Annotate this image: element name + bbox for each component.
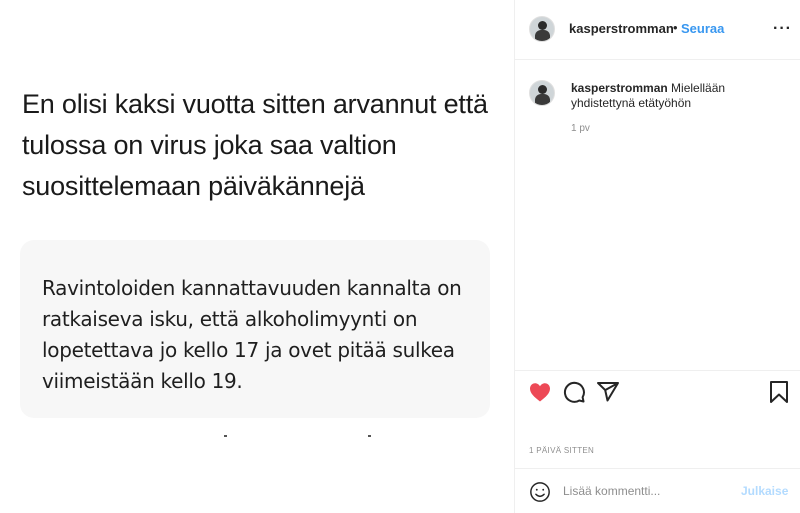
heart-icon[interactable]: [528, 380, 552, 409]
more-options-icon[interactable]: ···: [773, 20, 792, 38]
post-date[interactable]: 1 PÄIVÄ SITTEN: [529, 446, 594, 455]
post-side-panel: kasperstromman • Seuraa ··· kasperstromm…: [514, 0, 800, 513]
caption-text: kasperstromman Mielellään yhdistettynä e…: [571, 81, 781, 111]
avatar[interactable]: [529, 80, 555, 106]
post-headline: En olisi kaksi vuotta sitten arvannut et…: [22, 89, 488, 201]
action-bar: [515, 370, 800, 412]
caption-timestamp[interactable]: 1 pv: [571, 123, 590, 134]
caption-username[interactable]: kasperstromman: [571, 81, 668, 95]
quote-text: Ravintoloiden kannattavuuden kannalta on…: [42, 276, 462, 393]
avatar[interactable]: [529, 16, 555, 42]
follow-button[interactable]: Seuraa: [681, 21, 724, 36]
header-separator: •: [673, 20, 678, 35]
post-image: En olisi kaksi vuotta sitten arvannut et…: [0, 0, 514, 513]
comment-bar: Julkaise: [515, 468, 800, 513]
decorative-dot: [224, 435, 227, 437]
emoji-icon[interactable]: [529, 481, 551, 508]
post-header: kasperstromman • Seuraa ···: [515, 0, 800, 60]
post-comment-button[interactable]: Julkaise: [741, 484, 788, 498]
quote-card: Ravintoloiden kannattavuuden kannalta on…: [20, 240, 490, 418]
bookmark-icon[interactable]: [767, 380, 791, 409]
share-icon[interactable]: [596, 380, 620, 409]
decorative-dot: [368, 435, 371, 437]
comment-input[interactable]: [563, 479, 743, 503]
comment-icon[interactable]: [562, 380, 586, 409]
header-username[interactable]: kasperstromman: [569, 21, 674, 36]
